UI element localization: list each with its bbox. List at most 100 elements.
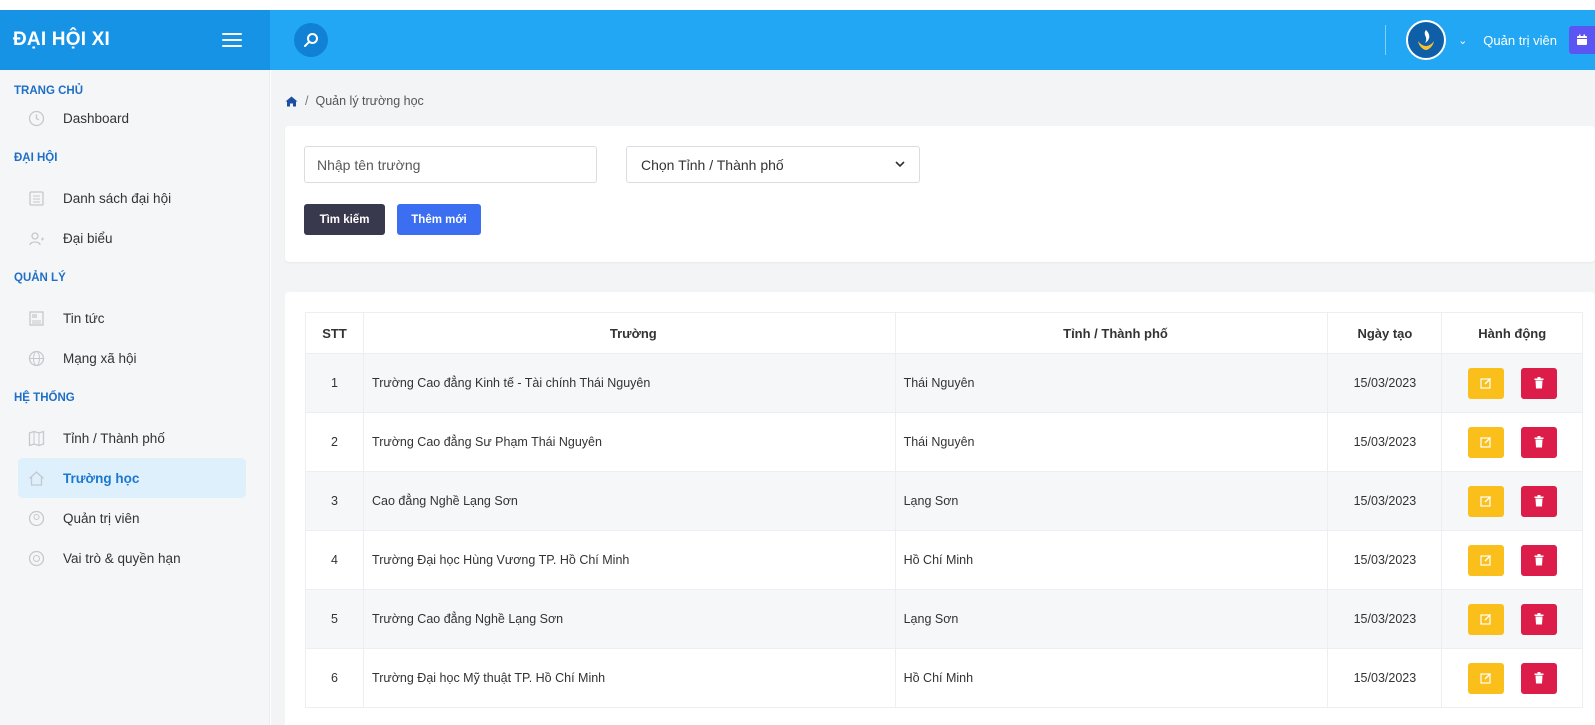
trash-icon (1534, 672, 1544, 684)
calendar-icon (1577, 34, 1587, 45)
column-header-actions: Hành động (1441, 312, 1583, 354)
chevron-down-icon[interactable]: ⌄ (1458, 34, 1467, 47)
flame-logo-icon (1418, 30, 1435, 50)
delete-button[interactable] (1520, 426, 1557, 458)
trash-icon (1534, 495, 1544, 507)
trash-icon (1534, 554, 1544, 566)
column-header-created-date: Ngày tạo (1327, 312, 1443, 354)
breadcrumb-separator: / (305, 94, 309, 108)
province-select[interactable]: Chọn Tỉnh / Thành phố (626, 146, 920, 183)
cell-actions (1441, 589, 1583, 649)
sidebar-item-congress-list[interactable]: Danh sách đại hội (18, 178, 246, 218)
cell-school-name: Trường Cao đẳng Sư Phạm Thái Nguyên (363, 412, 896, 472)
cell-school-name: Trường Cao đẳng Kinh tế - Tài chính Thái… (363, 353, 896, 413)
edit-icon (1480, 378, 1491, 389)
user-area: ⌄ Quản trị viên (1385, 10, 1595, 70)
admin-icon (28, 510, 45, 527)
table-card: STT Trường Tỉnh / Thành phố Ngày tạo Hàn… (285, 292, 1595, 725)
user-plus-icon (28, 230, 45, 247)
sidebar-item-label: Đại biểu (63, 230, 113, 246)
delete-button[interactable] (1520, 367, 1557, 399)
organization-logo[interactable] (1406, 20, 1447, 60)
delete-button[interactable] (1520, 603, 1557, 635)
top-bar: ĐẠI HỘI XI ⌄ Quản trị viên (0, 10, 1595, 70)
edit-icon (1480, 555, 1491, 566)
table-header-row: STT Trường Tỉnh / Thành phố Ngày tạo Hàn… (304, 312, 1583, 354)
divider (1385, 25, 1387, 55)
brand-title[interactable]: ĐẠI HỘI XI (13, 29, 110, 51)
cell-created-date: 15/03/2023 (1327, 412, 1443, 472)
cell-province: Lạng Sơn (894, 589, 1329, 649)
sidebar-item-label: Dashboard (63, 110, 130, 126)
edit-icon (1480, 496, 1491, 507)
list-icon (28, 190, 45, 207)
sidebar-section-system: HỆ THỐNG (14, 392, 75, 404)
cell-province: Thái Nguyên (894, 353, 1329, 413)
clock-icon (28, 110, 45, 127)
edit-button[interactable] (1467, 426, 1504, 458)
sidebar-item-news[interactable]: Tin tức (18, 298, 246, 338)
school-name-input[interactable] (304, 146, 597, 183)
table-row: 6 Trường Đại học Mỹ thuật TP. Hồ Chí Min… (304, 648, 1583, 708)
cell-stt: 3 (304, 471, 365, 531)
sidebar-item-label: Danh sách đại hội (63, 190, 172, 206)
column-header-stt: STT (304, 312, 365, 354)
delete-button[interactable] (1520, 544, 1557, 576)
search-icon (304, 33, 318, 47)
sidebar-item-label: Tỉnh / Thành phố (63, 430, 165, 446)
user-name[interactable]: Quản trị viên (1483, 33, 1557, 48)
map-icon (28, 430, 45, 447)
cell-stt: 4 (304, 530, 365, 590)
sidebar-section-congress: ĐẠI HỘI (14, 152, 58, 164)
cell-stt: 6 (304, 648, 365, 708)
chevron-down-icon (895, 161, 905, 168)
trash-icon (1534, 377, 1544, 389)
delete-button[interactable] (1520, 662, 1557, 694)
role-icon (28, 550, 45, 567)
sidebar-item-delegates[interactable]: Đại biểu (18, 218, 246, 258)
cell-school-name: Trường Đại học Hùng Vương TP. Hồ Chí Min… (363, 530, 896, 590)
edit-button[interactable] (1467, 367, 1504, 399)
sidebar-item-dashboard[interactable]: Dashboard (18, 98, 246, 138)
main-content: / Quản lý trường học Chọn Tỉnh / Thành p… (271, 70, 1595, 725)
edit-icon (1480, 614, 1491, 625)
cell-created-date: 15/03/2023 (1327, 353, 1443, 413)
cell-province: Thái Nguyên (894, 412, 1329, 472)
edit-button[interactable] (1467, 603, 1504, 635)
home-icon[interactable] (285, 96, 298, 107)
cell-created-date: 15/03/2023 (1327, 471, 1443, 531)
cell-province: Lạng Sơn (894, 471, 1329, 531)
search-button[interactable] (294, 23, 328, 57)
cell-stt: 1 (304, 353, 365, 413)
column-header-province: Tỉnh / Thành phố (894, 312, 1329, 354)
search-button[interactable]: Tìm kiếm (304, 204, 385, 235)
cell-province: Hồ Chí Minh (894, 648, 1329, 708)
edit-button[interactable] (1467, 662, 1504, 694)
cell-created-date: 15/03/2023 (1327, 589, 1443, 649)
hamburger-menu-icon[interactable] (222, 33, 242, 47)
sidebar-item-roles[interactable]: Vai trò & quyền hạn (18, 538, 246, 578)
edit-button[interactable] (1467, 544, 1504, 576)
calendar-button[interactable] (1569, 26, 1595, 54)
cell-stt: 2 (304, 412, 365, 472)
cell-actions (1441, 353, 1583, 413)
sidebar-item-admins[interactable]: Quản trị viên (18, 498, 246, 538)
table-row: 2 Trường Cao đẳng Sư Phạm Thái Nguyên Th… (304, 412, 1583, 472)
edit-icon (1480, 437, 1491, 448)
sidebar-item-social[interactable]: Mạng xã hội (18, 338, 246, 378)
add-new-button[interactable]: Thêm mới (397, 204, 481, 235)
edit-button[interactable] (1467, 485, 1504, 517)
table-row: 1 Trường Cao đẳng Kinh tế - Tài chính Th… (304, 353, 1583, 413)
table-row: 4 Trường Đại học Hùng Vương TP. Hồ Chí M… (304, 530, 1583, 590)
cell-school-name: Cao đẳng Nghề Lạng Sơn (363, 471, 896, 531)
cell-school-name: Trường Cao đẳng Nghề Lạng Sơn (363, 589, 896, 649)
edit-icon (1480, 673, 1491, 684)
cell-created-date: 15/03/2023 (1327, 648, 1443, 708)
sidebar-item-label: Quản trị viên (63, 510, 140, 526)
sidebar-item-provinces[interactable]: Tỉnh / Thành phố (18, 418, 246, 458)
table-row: 5 Trường Cao đẳng Nghề Lạng Sơn Lạng Sơn… (304, 589, 1583, 649)
sidebar-item-schools[interactable]: Trường học (18, 458, 246, 498)
sidebar-section-home: TRANG CHỦ (14, 85, 83, 97)
sidebar-item-label: Mạng xã hội (63, 350, 137, 366)
delete-button[interactable] (1520, 485, 1557, 517)
